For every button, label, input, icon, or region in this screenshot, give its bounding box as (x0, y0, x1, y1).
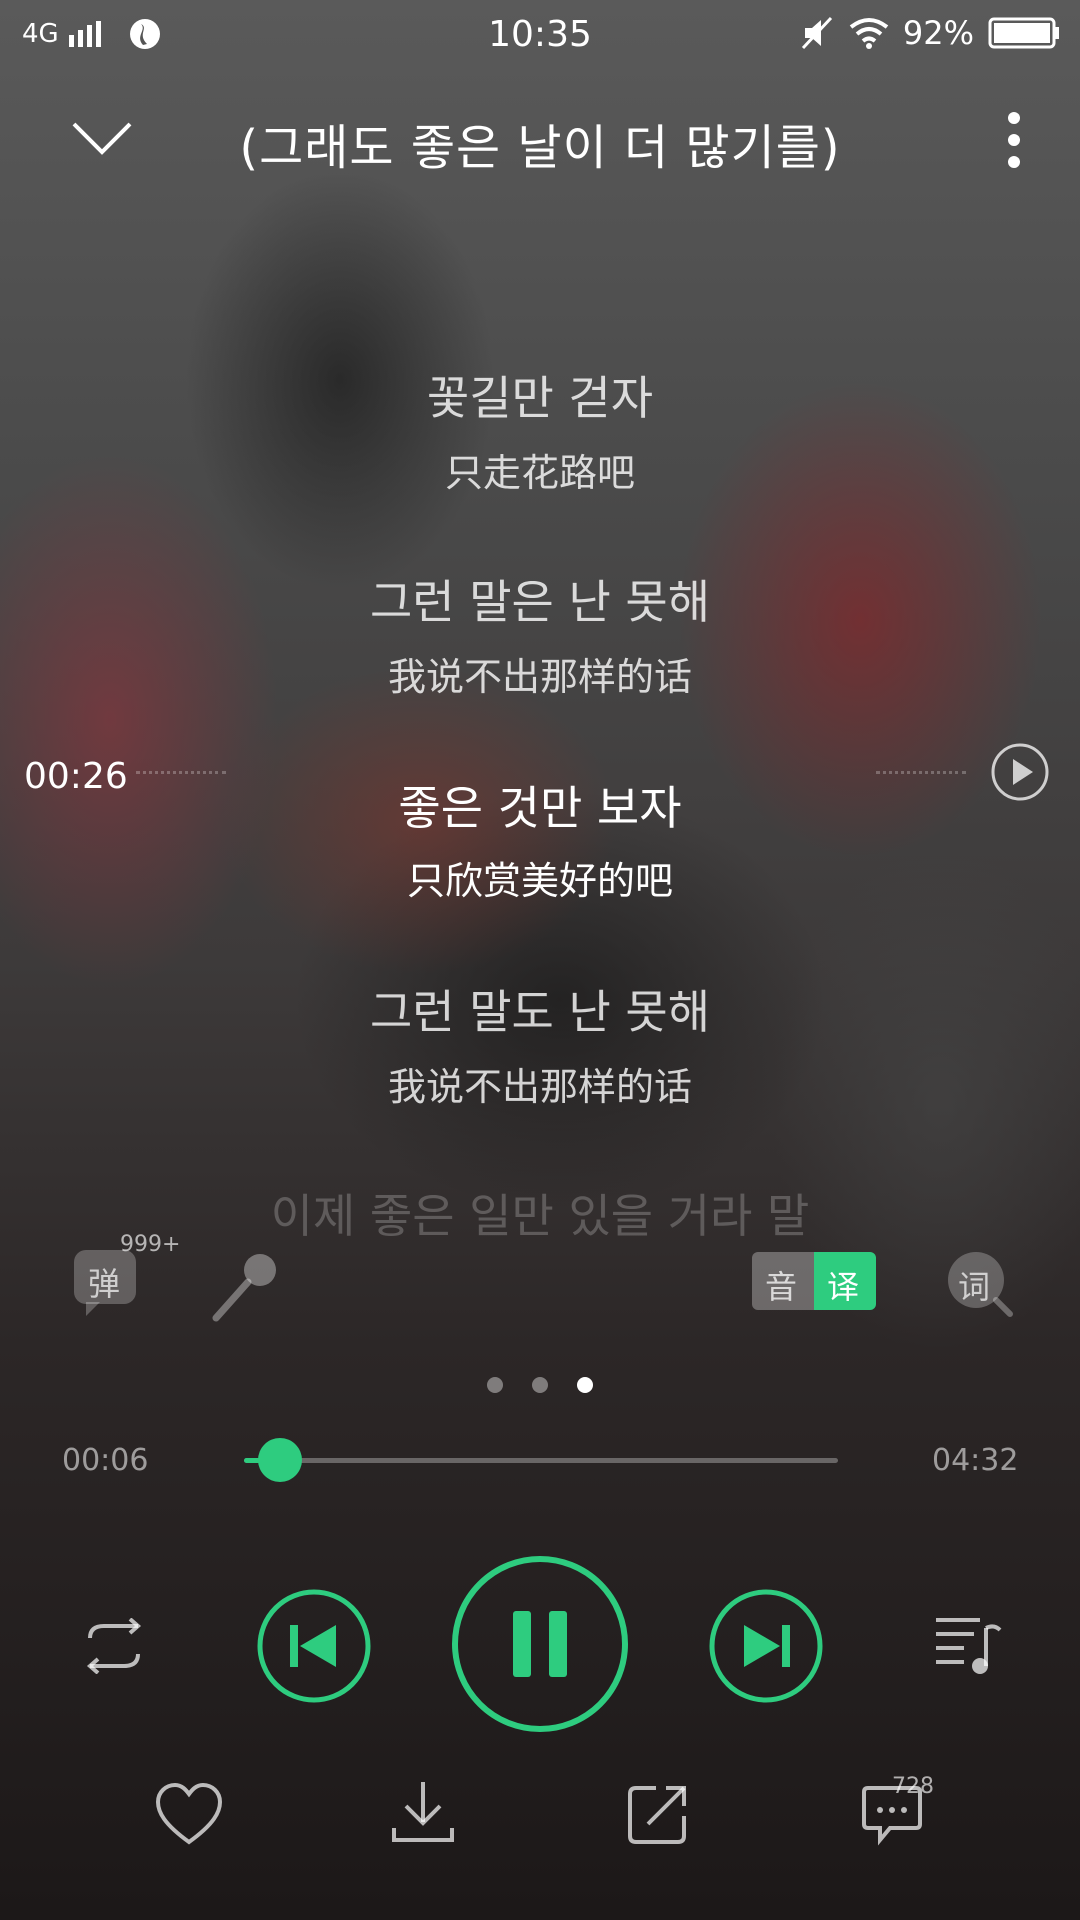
duration-time: 04:32 (932, 1443, 1019, 1478)
yin-label: 音 (765, 1268, 798, 1306)
page-dot-1[interactable] (486, 1377, 503, 1393)
repeat-mode-button[interactable] (76, 1617, 152, 1678)
skip-previous-icon (257, 1589, 371, 1703)
danmaku-label: 弹 (88, 1265, 121, 1303)
download-button[interactable] (390, 1778, 456, 1850)
lyric-zh-4: 我说不出那样的话 (387, 1065, 692, 1109)
progress-track[interactable] (244, 1438, 838, 1482)
microphone-icon (212, 1254, 276, 1322)
favorite-button[interactable] (154, 1782, 224, 1850)
yi-label: 译 (827, 1268, 860, 1306)
lyric-seek-line-right (876, 771, 966, 774)
karaoke-button[interactable] (208, 1248, 284, 1328)
lyric-ko-1: 꽃길만 걷자 (426, 371, 654, 425)
comment-count-badge: 728 (892, 1774, 934, 1799)
lyric-seek-play-button[interactable] (990, 742, 1050, 806)
repeat-icon (86, 1617, 142, 1675)
more-menu-button[interactable] (1000, 110, 1028, 174)
pause-button[interactable] (450, 1554, 630, 1738)
wifi-icon (849, 18, 889, 49)
elapsed-time: 00:06 (62, 1443, 149, 1478)
battery-icon (988, 17, 1059, 49)
share-icon (628, 1786, 686, 1844)
lyric-zh-1: 只走花路吧 (444, 451, 635, 495)
more-vertical-icon (1008, 112, 1020, 168)
share-button[interactable] (626, 1782, 690, 1850)
translation-toggle[interactable]: 音 译 (752, 1252, 876, 1310)
page-dot-3[interactable] (577, 1377, 594, 1393)
next-button[interactable] (708, 1588, 824, 1708)
pause-icon (452, 1556, 628, 1732)
lyric-seek-line-left (136, 771, 226, 774)
comments-button[interactable]: 728 (860, 1774, 960, 1854)
ci-label: 词 (958, 1268, 991, 1306)
download-icon (392, 1782, 454, 1842)
progress-thumb[interactable] (257, 1438, 302, 1482)
mute-icon (801, 16, 832, 50)
status-right: 92% (801, 14, 1060, 52)
heart-icon (155, 1782, 223, 1845)
lyric-ko-4: 그런 말도 난 못해 (369, 985, 711, 1039)
lyric-search-button[interactable]: 词 (944, 1250, 1016, 1322)
playlist-button[interactable] (934, 1614, 1004, 1680)
danmaku-count-badge: 999+ (120, 1232, 181, 1257)
danmaku-button[interactable]: 弹 999+ (72, 1232, 180, 1318)
previous-button[interactable] (256, 1588, 372, 1708)
lyric-zh-2: 我说不出那样的话 (387, 655, 692, 699)
page-indicator (0, 1377, 1080, 1397)
song-title: (그래도 좋은 날이 더 많기를) (239, 120, 841, 176)
lyric-zh-3: 只欣赏美好的吧 (406, 859, 673, 903)
playlist-icon (936, 1618, 1002, 1674)
play-circle-icon (991, 743, 1049, 801)
lyric-ko-2: 그런 말은 난 못해 (369, 575, 711, 629)
lyric-ko-3: 좋은 것만 보자 (398, 781, 682, 835)
lyric-seek-time: 00:26 (24, 756, 128, 797)
battery-percent: 92% (902, 14, 974, 52)
skip-next-icon (709, 1589, 823, 1703)
page-dot-2[interactable] (532, 1377, 548, 1393)
